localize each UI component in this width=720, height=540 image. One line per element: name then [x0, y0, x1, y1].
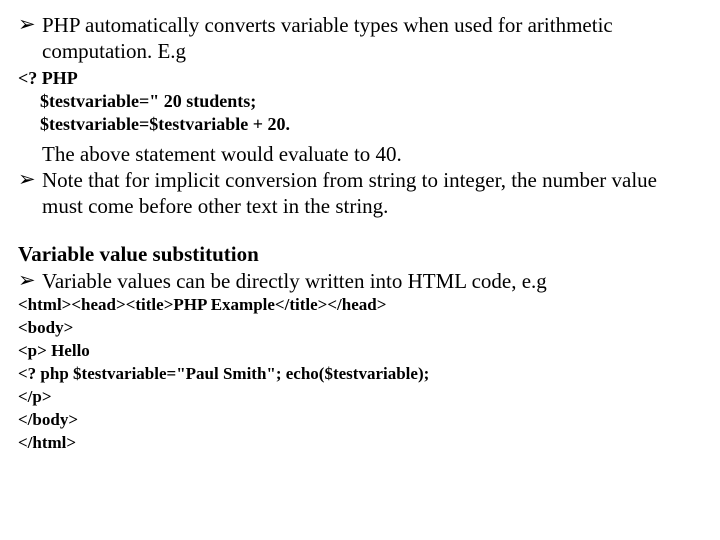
code-line: </p> — [18, 386, 702, 409]
bullet-text: Note that for implicit conversion from s… — [42, 167, 702, 220]
code-line: </html> — [18, 432, 702, 455]
bullet-text: PHP automatically converts variable type… — [42, 12, 702, 65]
code-line: </body> — [18, 409, 702, 432]
code-line: <? php $testvariable="Paul Smith"; echo(… — [18, 363, 702, 386]
statement-text: The above statement would evaluate to 40… — [18, 141, 702, 167]
bullet-item-2: ➢ Note that for implicit conversion from… — [18, 167, 702, 220]
code-line: <? PHP — [18, 67, 702, 90]
code-block-2: <html><head><title>PHP Example</title></… — [18, 294, 702, 455]
triangle-bullet-icon: ➢ — [18, 268, 42, 294]
bullet-item-3: ➢ Variable values can be directly writte… — [18, 268, 702, 294]
bullet-text: Variable values can be directly written … — [42, 268, 702, 294]
code-line: <p> Hello — [18, 340, 702, 363]
code-line: $testvariable=$testvariable + 20. — [18, 113, 702, 136]
code-block-1: <? PHP $testvariable=" 20 students; $tes… — [18, 67, 702, 137]
code-line: <body> — [18, 317, 702, 340]
code-line: $testvariable=" 20 students; — [18, 90, 702, 113]
section-heading: Variable value substitution — [18, 241, 702, 267]
triangle-bullet-icon: ➢ — [18, 167, 42, 220]
triangle-bullet-icon: ➢ — [18, 12, 42, 65]
bullet-item-1: ➢ PHP automatically converts variable ty… — [18, 12, 702, 65]
code-line: <html><head><title>PHP Example</title></… — [18, 294, 702, 317]
